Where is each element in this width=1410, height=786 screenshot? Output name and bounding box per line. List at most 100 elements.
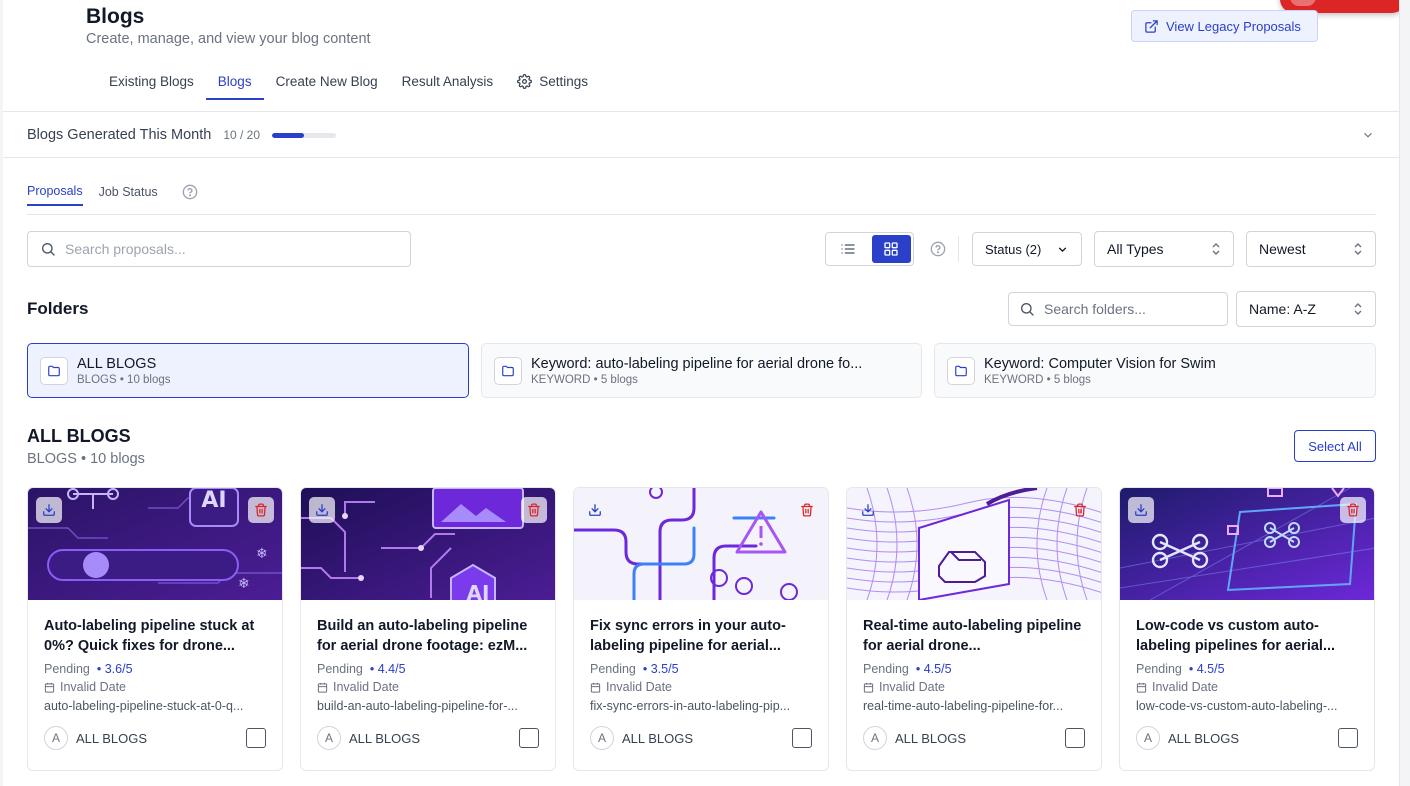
search-folders-input[interactable]	[1044, 301, 1214, 317]
list-view-button[interactable]	[828, 235, 868, 263]
tab-blogs[interactable]: Blogs	[205, 66, 264, 100]
tab-result-analysis[interactable]: Result Analysis	[390, 66, 506, 100]
search-proposals	[27, 231, 411, 267]
folder-keyword-auto-labeling[interactable]: Keyword: auto-labeling pipeline for aeri…	[481, 343, 922, 398]
chevron-up-down-icon	[1354, 243, 1362, 255]
folder-icon	[502, 365, 514, 376]
quota-progress-bar	[272, 132, 337, 138]
thumbnail-art	[847, 488, 1101, 600]
folder-keyword-computer-vision[interactable]: Keyword: Computer Vision for Swim KEYWORD…	[934, 343, 1376, 398]
delete-button[interactable]	[794, 497, 820, 523]
blog-card[interactable]: Low-code vs custom auto-labeling pipelin…	[1119, 487, 1375, 771]
download-button[interactable]	[582, 497, 608, 523]
folder-icon-box	[40, 356, 68, 385]
blog-card[interactable]: AI Build an auto-labeling pipeline for a…	[300, 487, 556, 771]
select-all-button[interactable]: Select All	[1294, 430, 1376, 462]
quota-bar-row[interactable]: Blogs Generated This Month 10 / 20	[27, 127, 337, 143]
blog-card[interactable]: Real-time auto-labeling pipeline for aer…	[846, 487, 1102, 771]
select-checkbox[interactable]	[1065, 728, 1085, 748]
avatar: A	[317, 726, 341, 750]
legacy-button-label: View Legacy Proposals	[1166, 18, 1301, 34]
delete-button[interactable]	[248, 497, 274, 523]
tab-create-new-blog[interactable]: Create New Blog	[264, 66, 390, 100]
card-slug: build-an-auto-labeling-pipeline-for-...	[317, 699, 518, 713]
thumbnail-art	[1120, 488, 1374, 600]
select-checkbox[interactable]	[1338, 728, 1358, 748]
folder-icon-box	[494, 356, 522, 385]
card-date: Invalid Date	[60, 680, 127, 694]
trash-icon	[528, 503, 540, 517]
gear-icon	[517, 74, 533, 89]
tab-label: Blogs	[217, 74, 252, 89]
tab-settings[interactable]: Settings	[505, 66, 600, 100]
sub-tabs: Proposals Job Status	[27, 184, 198, 206]
card-title[interactable]: Real-time auto-labeling pipeline for aer…	[863, 616, 1085, 656]
calendar-icon	[317, 682, 328, 693]
card-folder: ALL BLOGS	[895, 730, 967, 746]
view-mode-toggle	[825, 232, 914, 266]
chevron-down-icon	[1058, 246, 1067, 252]
sort-label: Newest	[1259, 241, 1306, 257]
calendar-icon	[1136, 682, 1147, 693]
pill-icon	[1290, 0, 1316, 6]
chevron-down-icon[interactable]	[1361, 128, 1375, 142]
blog-card[interactable]: Fix sync errors in your auto-labeling pi…	[573, 487, 829, 771]
tab-label: Create New Blog	[275, 74, 378, 89]
sort-select[interactable]: Newest	[1246, 231, 1376, 267]
folder-icon	[48, 365, 60, 376]
help-circle-icon[interactable]	[930, 241, 946, 257]
status-filter-dropdown[interactable]: Status (2)	[972, 232, 1082, 266]
card-title[interactable]: Build an auto-labeling pipeline for aeri…	[317, 616, 539, 656]
card-date: Invalid Date	[606, 680, 673, 694]
card-title[interactable]: Fix sync errors in your auto-labeling pi…	[590, 616, 812, 656]
folder-meta: KEYWORD • 5 blogs	[984, 373, 1091, 386]
tab-label: Result Analysis	[401, 74, 494, 89]
download-button[interactable]	[855, 497, 881, 523]
card-title[interactable]: Low-code vs custom auto-labeling pipelin…	[1136, 616, 1358, 656]
folder-sort-select[interactable]: Name: A-Z	[1236, 291, 1376, 327]
thumbnail-art: ❄ ❄	[28, 488, 282, 600]
card-slug: real-time-auto-labeling-pipeline-for...	[863, 699, 1064, 713]
download-icon	[589, 504, 601, 516]
blog-thumbnail	[847, 488, 1101, 600]
subtab-job-status[interactable]: Job Status	[99, 185, 158, 205]
card-score: • 4.4/5	[369, 662, 406, 676]
card-status: Pending	[863, 662, 909, 676]
search-proposals-input[interactable]	[65, 241, 385, 257]
select-checkbox[interactable]	[519, 728, 539, 748]
status-filter-label: Status (2)	[985, 241, 1042, 257]
grid-view-button[interactable]	[871, 235, 911, 263]
delete-button[interactable]	[1067, 497, 1093, 523]
section-meta: BLOGS • 10 blogs	[27, 451, 145, 467]
select-checkbox[interactable]	[792, 728, 812, 748]
divider	[958, 236, 959, 262]
quota-progress-fill	[272, 132, 305, 138]
grid-icon	[884, 242, 898, 256]
search-icon	[42, 243, 55, 256]
card-date: Invalid Date	[333, 680, 400, 694]
download-icon	[43, 504, 55, 516]
select-checkbox[interactable]	[246, 728, 266, 748]
folder-sort-label: Name: A-Z	[1249, 301, 1316, 317]
card-score: • 4.5/5	[915, 662, 952, 676]
delete-button[interactable]	[1340, 497, 1366, 523]
card-title[interactable]: Auto-labeling pipeline stuck at 0%? Quic…	[44, 616, 266, 656]
help-circle-icon[interactable]	[182, 184, 198, 200]
subtab-proposals[interactable]: Proposals	[27, 184, 83, 206]
download-button[interactable]	[309, 497, 335, 523]
view-legacy-proposals-button[interactable]: View Legacy Proposals	[1131, 10, 1318, 42]
chevron-up-down-icon	[1212, 243, 1220, 255]
card-slug: auto-labeling-pipeline-stuck-at-0-q...	[44, 699, 244, 713]
type-filter-select[interactable]: All Types	[1094, 231, 1234, 267]
svg-text:❄: ❄	[238, 576, 250, 592]
folder-all-blogs[interactable]: ALL BLOGS BLOGS • 10 blogs	[27, 343, 469, 398]
thumb-badge: AI	[466, 581, 490, 600]
tab-existing-blogs[interactable]: Existing Blogs	[97, 66, 206, 100]
blog-thumbnail: AI	[301, 488, 555, 600]
download-button[interactable]	[36, 497, 62, 523]
tab-label: Existing Blogs	[109, 74, 194, 89]
delete-button[interactable]	[521, 497, 547, 523]
blog-card[interactable]: ❄ ❄ AI Auto-labeling pipeline stuck at 0…	[27, 487, 283, 771]
download-button[interactable]	[1128, 497, 1154, 523]
blog-thumbnail: ❄ ❄ AI	[28, 488, 282, 600]
